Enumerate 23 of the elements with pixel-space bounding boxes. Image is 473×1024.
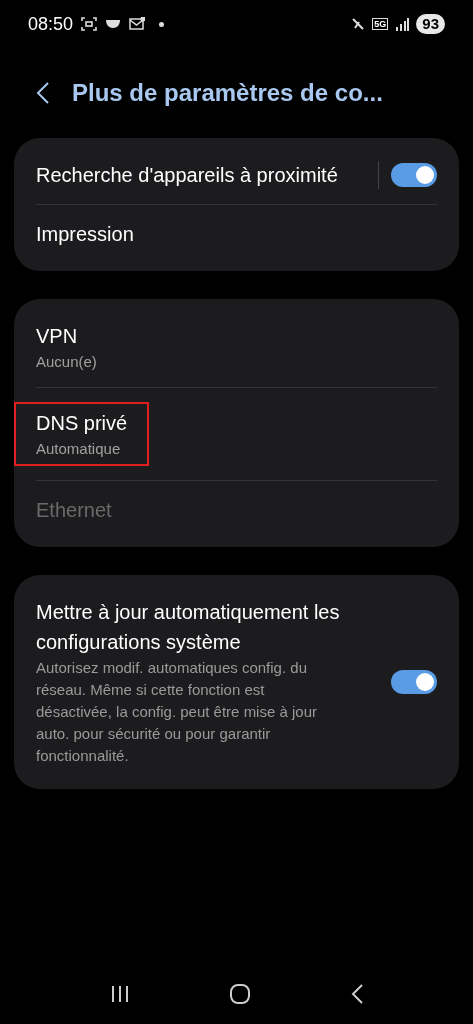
setting-title[interactable]: Recherche d'appareils à proximité — [36, 160, 338, 190]
setting-title[interactable]: Mettre à jour automatiquement les configurations système — [36, 597, 379, 657]
setting-title[interactable]: DNS privé — [36, 408, 128, 438]
toggle-switch[interactable] — [391, 163, 437, 187]
setting-description: Autorisez modif. automatiques config. du réseau. Même si cette fonction est désactivée, la config. peut être mise à jour auto. pour sécurité ou pour garantir fonctionnalité. — [36, 658, 318, 766]
setting-title[interactable]: VPN — [36, 321, 97, 351]
network-type: 5G — [372, 18, 389, 30]
clock: 08:50 — [28, 12, 74, 36]
back-icon[interactable] — [349, 983, 364, 1005]
setting-value: Automatique — [36, 439, 122, 459]
signal-icon — [395, 17, 410, 31]
back-icon[interactable] — [36, 81, 50, 105]
mute-icon — [351, 17, 366, 31]
bowl-icon — [105, 19, 122, 29]
toggle-switch[interactable] — [391, 670, 437, 694]
setting-value: Aucun(e) — [36, 352, 97, 372]
setting-title[interactable]: Impression — [36, 219, 134, 249]
page-title: Plus de paramètres de co... — [72, 78, 383, 108]
recent-apps-icon[interactable] — [109, 984, 130, 1004]
screenshot-icon — [81, 17, 98, 31]
mail-icon — [129, 17, 146, 31]
battery-indicator: 93 — [416, 14, 445, 34]
home-icon[interactable] — [228, 983, 251, 1005]
